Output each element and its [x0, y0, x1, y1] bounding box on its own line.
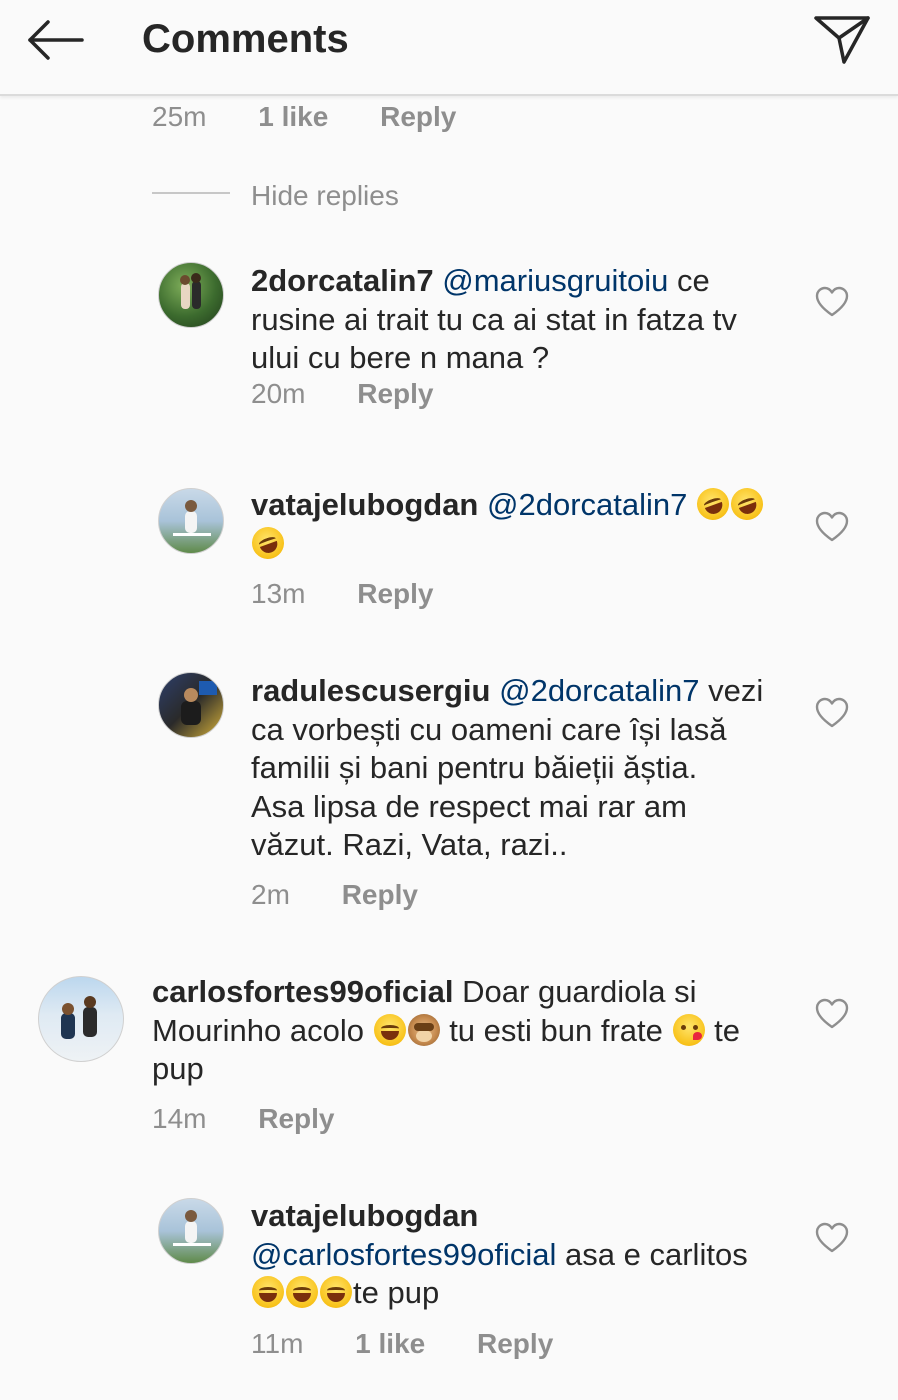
avatar-photo [173, 500, 211, 536]
comment-body-line: pup [152, 1051, 204, 1086]
comment-time: 25m [152, 101, 207, 132]
face-with-tears-of-joy-icon [286, 1276, 318, 1308]
page-title: Comments [142, 17, 349, 61]
comment-time: 2m [251, 879, 290, 910]
comment-time: 13m [251, 578, 306, 609]
comment-body-line: Doar guardiola si [453, 974, 697, 1009]
like-button[interactable] [815, 286, 849, 318]
comment-body-line: Mourinho acolo [152, 1012, 373, 1048]
avatar-photo [181, 681, 217, 725]
comment-username[interactable]: carlosfortes99oficial [152, 974, 454, 1009]
top-bar: Comments [0, 0, 898, 96]
comment-time: 20m [251, 378, 306, 409]
comment-text: carlosfortes99oficial Doar guardiola si … [152, 973, 792, 1089]
comment-body-line: rusine ai trait tu ca ai stat in fatza t… [251, 301, 737, 337]
avatar[interactable] [158, 672, 224, 738]
avatar[interactable] [158, 1198, 224, 1264]
comment-body-line: te pup [353, 1275, 440, 1310]
share-button[interactable] [812, 12, 872, 68]
face-with-tears-of-joy-icon [252, 1276, 284, 1308]
reply-button[interactable]: Reply [342, 879, 418, 910]
like-count[interactable]: 1 like [355, 1328, 425, 1359]
arrow-left-icon [28, 20, 84, 60]
comment-meta: 14m Reply [152, 1103, 335, 1135]
reply-button[interactable]: Reply [258, 1103, 334, 1134]
comment-body-line: ca vorbești cu oameni care își lasă [251, 711, 727, 747]
mention-link[interactable]: @2dorcatalin7 [487, 487, 687, 522]
comment-body-line: familii și bani pentru băieții ăștia. [251, 750, 698, 785]
divider-line [152, 192, 230, 194]
comment-meta: 13m Reply [251, 578, 434, 610]
heart-icon [815, 286, 849, 317]
hide-replies-button[interactable]: Hide replies [251, 180, 399, 212]
reply-button[interactable]: Reply [357, 378, 433, 409]
comment-body-line: Asa lipsa de respect mai rar am [251, 788, 687, 824]
comment-text: radulescusergiu @2dorcatalin7 vezi ca vo… [251, 672, 791, 865]
reply-button[interactable]: Reply [357, 578, 433, 609]
comment-body-line: văzut. Razi, Vata, razi.. [251, 827, 568, 862]
comment-text: vatajelubogdan @2dorcatalin7 [247, 483, 791, 564]
comment-body-line: asa e carlitos [556, 1236, 748, 1272]
mention-link[interactable]: @mariusgruitoiu [442, 263, 668, 298]
comment-meta: 11m 1 like Reply [251, 1328, 553, 1360]
like-button[interactable] [815, 697, 849, 729]
see-no-evil-monkey-icon [407, 1013, 440, 1046]
comment-username[interactable]: radulescusergiu [251, 673, 490, 708]
comment-meta: 20m Reply [251, 378, 434, 410]
like-button[interactable] [815, 511, 849, 543]
avatar[interactable] [158, 262, 224, 328]
like-count[interactable]: 1 like [258, 101, 328, 132]
reply-button[interactable]: Reply [380, 101, 456, 132]
mention-link[interactable]: @2dorcatalin7 [499, 673, 699, 708]
comment-time: 14m [152, 1103, 207, 1134]
mention-link[interactable]: @carlosfortes99oficial [251, 1237, 556, 1272]
comment-body-line: ului cu bere n mana ? [251, 340, 550, 375]
paper-plane-icon [814, 16, 870, 64]
heart-icon [815, 998, 849, 1029]
comment-text: 2dorcatalin7 @mariusgruitoiu ce rusine a… [251, 262, 791, 378]
comment-text: vatajelubogdan @carlosfortes99oficial as… [251, 1197, 811, 1313]
comment-meta: 25m 1 like Reply [152, 101, 456, 133]
avatar-photo [61, 996, 97, 1039]
comment-body-line: vezi [699, 673, 764, 708]
comment-body-line: tu esti bun frate [440, 1012, 672, 1048]
heart-icon [815, 1222, 849, 1253]
back-button[interactable] [24, 16, 88, 66]
comment-time: 11m [251, 1328, 304, 1359]
heart-icon [815, 697, 849, 728]
avatar-photo [173, 1210, 211, 1246]
face-with-tears-of-joy-icon [320, 1276, 352, 1308]
comment-username[interactable]: 2dorcatalin7 [251, 263, 434, 298]
avatar[interactable] [38, 976, 124, 1062]
rolling-on-floor-laughing-icon [692, 483, 734, 525]
rolling-on-floor-laughing-icon [726, 483, 768, 525]
face-blowing-kiss-icon [672, 1013, 705, 1046]
avatar[interactable] [158, 488, 224, 554]
comment-body-line: ce [668, 263, 710, 298]
comment-username[interactable]: vatajelubogdan [251, 1198, 478, 1233]
reply-button[interactable]: Reply [477, 1328, 553, 1359]
avatar-photo [180, 273, 201, 309]
heart-icon [815, 511, 849, 542]
like-button[interactable] [815, 998, 849, 1030]
rolling-on-floor-laughing-icon [247, 521, 289, 564]
like-button[interactable] [815, 1222, 849, 1254]
comment-meta: 2m Reply [251, 879, 418, 911]
face-with-tears-of-joy-icon [373, 1013, 406, 1046]
comment-username[interactable]: vatajelubogdan [251, 487, 478, 522]
comment-body-line: te [705, 1012, 740, 1048]
